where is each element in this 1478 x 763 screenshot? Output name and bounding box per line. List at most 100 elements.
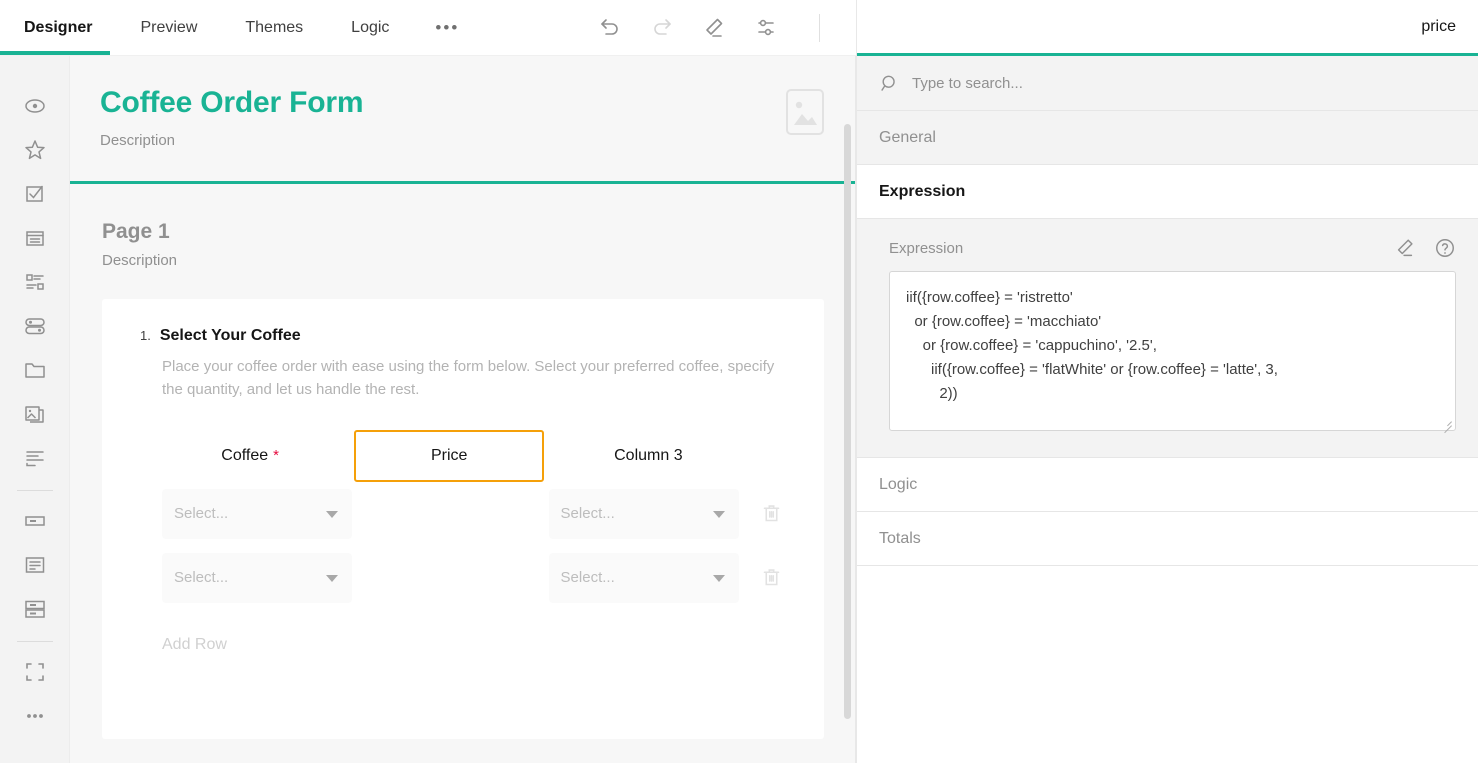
section-totals-label: Totals [879,530,921,548]
radiogroup-icon[interactable] [13,84,57,128]
redo-icon[interactable] [649,15,675,41]
toolbox-rail [0,56,70,763]
dropdown-placeholder: Select... [561,505,615,522]
panel-frame-icon[interactable] [13,650,57,694]
column-header-column3-label: Column 3 [614,447,682,465]
tab-themes-label: Themes [245,19,303,37]
add-row-label: Add Row [162,636,227,653]
page-title[interactable]: Page 1 [102,220,824,244]
toolbar-actions [597,14,886,42]
add-row-button[interactable]: Add Row [162,636,786,654]
column-header-price-selected[interactable]: Price [354,430,544,482]
expression-value[interactable]: iif({row.coffee} = 'ristretto' or {row.c… [906,286,1439,416]
survey-header[interactable]: Coffee Order Form Description [70,56,856,184]
text-input-icon[interactable] [13,499,57,543]
top-toolbar: Designer Preview Themes Logic ••• [0,0,856,56]
survey-title[interactable]: Coffee Order Form [100,86,826,120]
column-header-column3[interactable]: Column 3 [560,447,736,465]
canvas-scrollbar[interactable] [844,124,851,719]
question-description[interactable]: Place your coffee order with ease using … [162,355,786,402]
question-title[interactable]: Select Your Coffee [160,327,301,345]
expression-property-actions [1394,237,1456,259]
multipletext-icon[interactable] [13,587,57,631]
comment-icon[interactable] [13,543,57,587]
dropdown-coffee-row2[interactable]: Select... [162,553,352,603]
question-mark-icon[interactable] [1434,237,1456,259]
image-placeholder-icon[interactable] [786,89,824,135]
search-input[interactable] [912,75,1212,92]
settings-sliders-icon[interactable] [753,15,779,41]
matrix-cell: Select... [162,489,352,539]
question-card[interactable]: 1. Select Your Coffee Place your coffee … [102,299,824,739]
tab-designer[interactable]: Designer [0,0,116,56]
section-totals[interactable]: Totals [857,512,1478,566]
chevron-down-icon [713,511,725,518]
trash-icon[interactable] [757,502,786,525]
selected-element-name: price [1421,18,1456,36]
property-search-bar[interactable] [857,56,1478,111]
chevron-down-icon [713,575,725,582]
tab-themes[interactable]: Themes [221,0,327,56]
resize-handle[interactable] [1441,417,1453,429]
dropdown-icon[interactable] [13,216,57,260]
rating-star-icon[interactable] [13,128,57,172]
toolbox-divider-1 [17,490,53,491]
section-logic-label: Logic [879,476,917,494]
property-grid-pane: price General Expression Expression [856,0,1478,763]
ranking-icon[interactable] [13,260,57,304]
dropdown-placeholder: Select... [561,569,615,586]
column-header-price[interactable]: Price [354,430,544,482]
image-picker-icon[interactable] [13,392,57,436]
matrix-cell: Select... [162,553,352,603]
column-header-coffee[interactable]: Coffee * [162,447,338,465]
eraser-icon[interactable] [1394,237,1416,259]
more-dots-icon[interactable] [13,694,57,738]
boolean-toggle-icon[interactable] [13,304,57,348]
tab-preview[interactable]: Preview [116,0,221,56]
section-expression-label: Expression [879,183,965,201]
expression-property-label: Expression [889,240,963,257]
more-dots-icon: ••• [435,18,459,38]
dropdown-placeholder: Select... [174,569,228,586]
tab-logic[interactable]: Logic [327,0,413,56]
question-header: 1. Select Your Coffee [140,327,786,345]
file-folder-icon[interactable] [13,348,57,392]
tab-bar: Designer Preview Themes Logic ••• [0,0,481,56]
toolbox-divider-2 [17,641,53,642]
tab-preview-label: Preview [140,19,197,37]
tab-logic-label: Logic [351,19,389,37]
column-header-coffee-label: Coffee [221,447,268,465]
section-general[interactable]: General [857,111,1478,165]
question-number: 1. [140,328,151,343]
dropdown-placeholder: Select... [174,505,228,522]
designer-pane: Designer Preview Themes Logic ••• [0,0,856,763]
trash-icon[interactable] [757,566,786,589]
required-asterisk: * [273,447,279,464]
undo-icon[interactable] [597,15,623,41]
tab-overflow-menu[interactable]: ••• [413,0,481,56]
dropdown-coffee-row1[interactable]: Select... [162,489,352,539]
table-row: Select... Select... [162,546,786,610]
expression-editor[interactable]: iif({row.coffee} = 'ristretto' or {row.c… [889,271,1456,431]
property-grid-header: price [857,0,1478,56]
active-tab-indicator [0,51,110,55]
dropdown-column3-row2[interactable]: Select... [549,553,739,603]
toolbar-divider [819,14,820,42]
column-header-price-label: Price [431,447,467,465]
dropdown-column3-row1[interactable]: Select... [549,489,739,539]
matrix-dynamic: Coffee * Price Column 3 [162,430,786,610]
clear-icon[interactable] [701,15,727,41]
section-expression[interactable]: Expression [857,165,1478,219]
section-logic[interactable]: Logic [857,458,1478,512]
section-expression-body: Expression [857,219,1478,458]
chevron-down-icon [326,511,338,518]
survey-creator-app: Designer Preview Themes Logic ••• [0,0,1478,763]
chevron-down-icon [326,575,338,582]
matrix-cell: Select... [549,553,739,603]
survey-description[interactable]: Description [100,132,826,149]
checkbox-icon[interactable] [13,172,57,216]
table-row: Select... Select... [162,482,786,546]
page-block[interactable]: Page 1 Description [70,184,856,269]
signature-icon[interactable] [13,436,57,480]
page-description[interactable]: Description [102,252,824,269]
